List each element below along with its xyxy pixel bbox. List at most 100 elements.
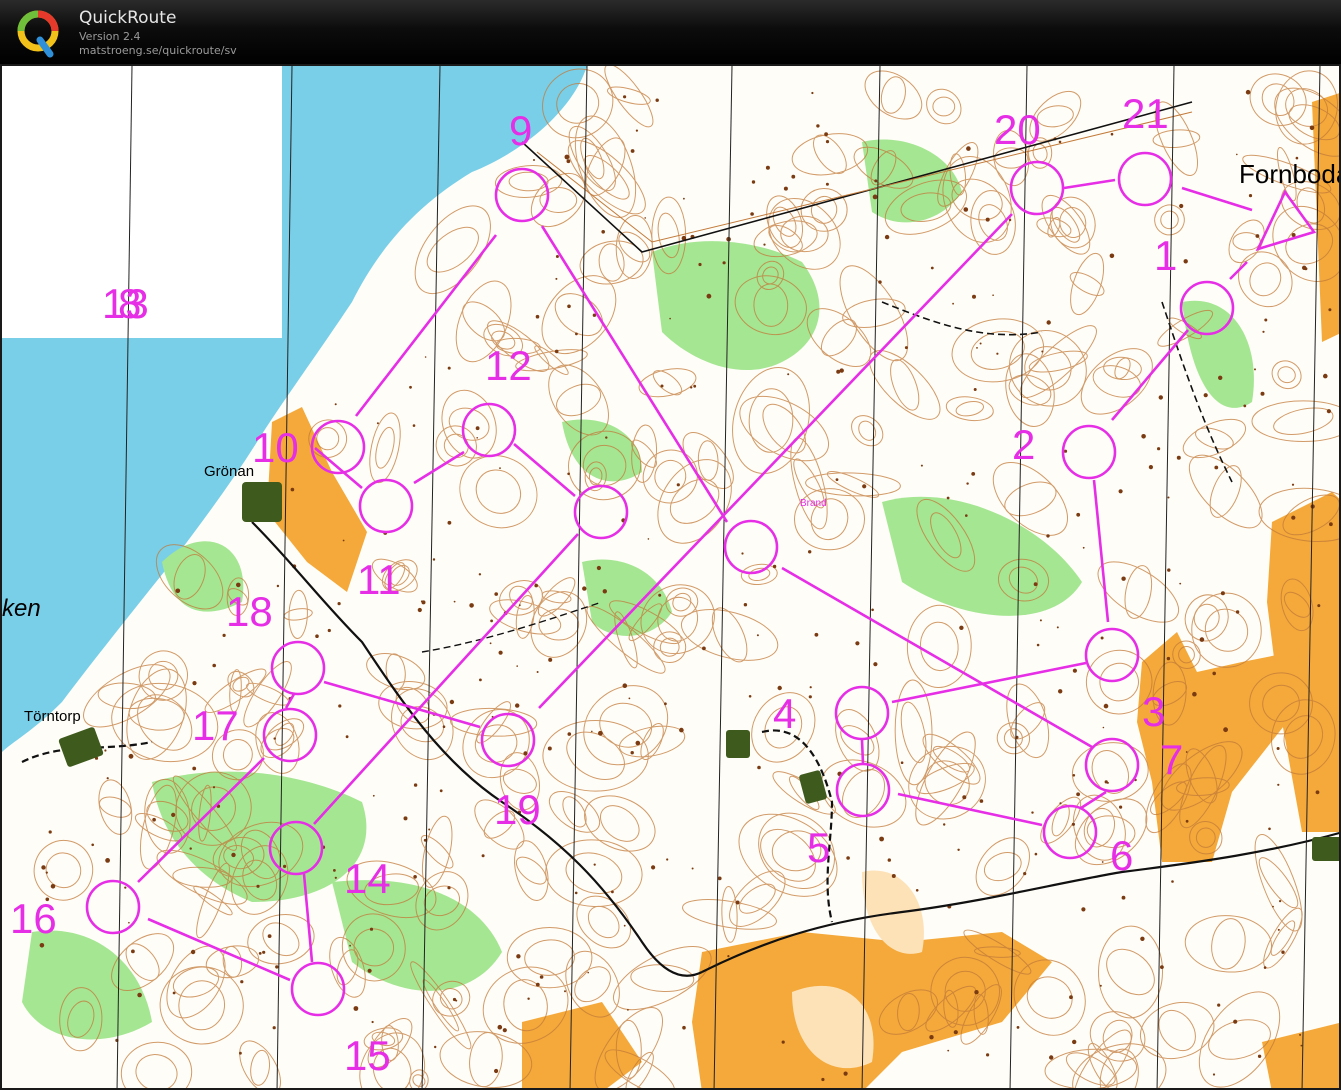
app-version: Version 2.4: [79, 30, 141, 43]
knoll-dot: [1121, 895, 1126, 900]
app-url[interactable]: matstroeng.se/quickroute/sv: [79, 44, 237, 57]
knoll-dot: [825, 182, 829, 186]
knoll-dot: [490, 619, 493, 623]
knoll-dot: [963, 207, 969, 212]
knoll-dot: [873, 662, 878, 667]
knoll-dot: [655, 98, 659, 102]
knoll-dot: [598, 730, 603, 736]
knoll-dot: [192, 681, 197, 686]
knoll-dot: [258, 952, 262, 955]
knoll-dot: [272, 1026, 276, 1030]
knoll-dot: [1291, 483, 1295, 486]
knoll-dot: [669, 317, 671, 320]
knoll-dot: [862, 484, 867, 489]
knoll-dot: [644, 217, 646, 219]
knoll-dot: [548, 657, 553, 662]
knoll-dot: [602, 589, 607, 594]
knoll-dot: [757, 765, 761, 770]
knoll-dot: [45, 871, 48, 874]
knoll-dot: [50, 884, 56, 889]
knoll-dot: [1317, 604, 1321, 608]
knoll-dot: [476, 437, 479, 439]
knoll-dot: [824, 132, 828, 137]
knoll-dot: [811, 91, 814, 95]
knoll-dot: [1058, 689, 1063, 694]
knoll-dot: [1119, 805, 1123, 809]
app-titlebar: QuickRoute Version 2.4 matstroeng.se/qui…: [0, 0, 1341, 64]
knoll-dot: [432, 558, 436, 561]
knoll-dot: [1118, 489, 1123, 494]
knoll-dot: [765, 165, 770, 170]
knoll-dot: [1277, 783, 1280, 786]
knoll-dot: [974, 990, 979, 995]
knoll-dot: [1218, 375, 1223, 380]
knoll-dot: [751, 180, 756, 184]
knoll-dot: [478, 573, 482, 576]
knoll-dot: [489, 642, 492, 645]
knoll-dot: [1260, 391, 1265, 396]
knoll-dot: [1069, 995, 1073, 1000]
knoll-dot: [965, 514, 968, 517]
place-fornboda: Fornboda: [1239, 159, 1341, 189]
knoll-dot: [1272, 905, 1274, 908]
knoll-dot: [481, 854, 485, 858]
knoll-dot: [1076, 792, 1080, 797]
place-lake-fragment: ken: [2, 595, 41, 622]
control-number-12: 12: [485, 342, 532, 389]
knoll-dot: [976, 347, 978, 349]
knoll-dot: [635, 740, 641, 746]
knoll-dot: [1255, 234, 1260, 238]
knoll-dot: [915, 889, 919, 892]
control-number-20: 20: [994, 106, 1041, 153]
knoll-dot: [1268, 827, 1271, 831]
knoll-dot: [959, 625, 964, 630]
knoll-dot: [104, 749, 107, 752]
control-number-17: 17: [192, 702, 239, 749]
knoll-dot: [349, 944, 351, 947]
place-torntorp: Törntorp: [24, 708, 81, 725]
knoll-dot: [1072, 668, 1077, 673]
orienteering-map[interactable]: Fornboda Grönan Törntorp ken Brand 1 2 3…: [0, 64, 1341, 1090]
knoll-dot: [447, 366, 451, 370]
knoll-dot: [1072, 1039, 1077, 1045]
knoll-dot: [1016, 1026, 1020, 1029]
knoll-dot: [152, 817, 156, 822]
control-number-1: 1: [1154, 232, 1177, 279]
knoll-dot: [679, 727, 684, 733]
knoll-dot: [1141, 434, 1146, 439]
knoll-dot: [334, 403, 337, 406]
knoll-dot: [1076, 512, 1081, 517]
knoll-dot: [518, 604, 521, 607]
knoll-dot: [947, 1049, 950, 1052]
knoll-dot: [874, 179, 878, 183]
knoll-dot: [124, 886, 127, 889]
control-number-6: 6: [1110, 832, 1133, 879]
knoll-dot: [447, 520, 452, 525]
knoll-dot: [131, 949, 135, 954]
knoll-dot: [290, 487, 295, 492]
knoll-dot: [1171, 880, 1174, 883]
knoll-dot: [315, 634, 319, 638]
knoll-dot: [1099, 984, 1102, 987]
knoll-dot: [690, 386, 693, 389]
knoll-dot: [1277, 928, 1280, 931]
knoll-dot: [1185, 751, 1188, 753]
knoll-dot: [403, 816, 408, 821]
knoll-dot: [756, 634, 759, 637]
knoll-dot: [683, 197, 685, 200]
map-canvas[interactable]: Fornboda Grönan Törntorp ken Brand 1 2 3…: [2, 66, 1341, 1090]
knoll-dot: [1167, 496, 1170, 499]
knoll-dot: [966, 482, 969, 485]
knoll-dot: [434, 1045, 437, 1049]
knoll-dot: [498, 650, 503, 655]
knoll-dot: [953, 1030, 958, 1035]
knoll-dot: [1081, 907, 1086, 912]
knoll-dot: [1121, 576, 1126, 581]
knoll-dot: [787, 373, 790, 376]
knoll-dot: [816, 124, 820, 128]
knoll-dot: [439, 789, 443, 793]
knoll-dot: [475, 426, 480, 431]
app-name: QuickRoute: [79, 8, 177, 28]
knoll-dot: [1158, 395, 1164, 400]
knoll-dot: [567, 732, 572, 736]
